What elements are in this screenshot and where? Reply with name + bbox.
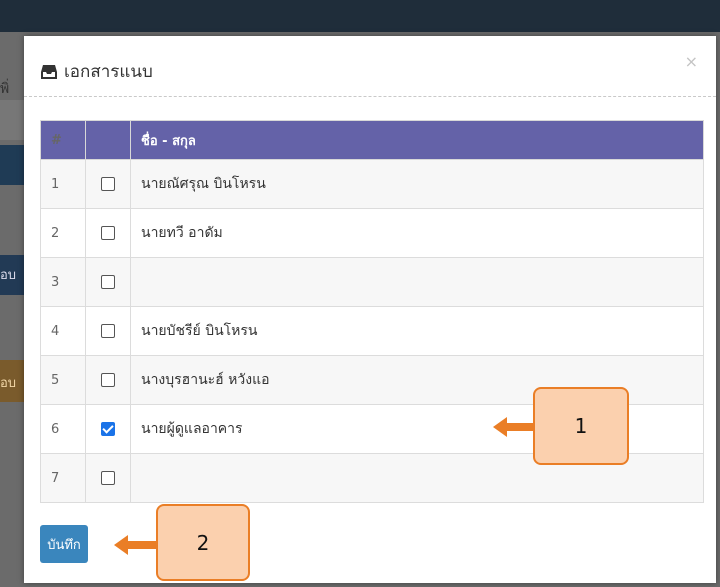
column-header-name: ชื่อ - สกุล <box>130 120 704 160</box>
annotation-arrow-left-icon <box>114 535 158 555</box>
row-checkbox-cell <box>85 306 131 356</box>
table-row: 3 <box>40 257 704 307</box>
table-row: 1 นายณัศรุณ บินโหรน <box>40 159 704 209</box>
row-name: นายณัศรุณ บินโหรน <box>130 159 704 209</box>
row-checkbox-checked[interactable] <box>101 422 115 436</box>
table-header-row: # ชื่อ - สกุล <box>40 120 704 160</box>
row-checkbox-cell <box>85 453 131 503</box>
row-name: นายบัชรีย์ บินโหรน <box>130 306 704 356</box>
column-header-select <box>85 120 131 160</box>
save-button[interactable]: บันทึก <box>40 525 88 563</box>
row-number: 1 <box>40 159 86 209</box>
row-number: 4 <box>40 306 86 356</box>
annotation-callout-2: 2 <box>156 504 250 581</box>
row-number: 3 <box>40 257 86 307</box>
background-navbar <box>0 0 720 32</box>
row-checkbox[interactable] <box>101 226 115 240</box>
row-checkbox-cell <box>85 159 131 209</box>
background-panel <box>0 145 24 185</box>
annotation-callout-1: 1 <box>533 387 629 465</box>
background-text-fragment: อบ <box>0 376 17 391</box>
table-row: 4 นายบัชรีย์ บินโหรน <box>40 306 704 356</box>
row-number: 6 <box>40 404 86 454</box>
row-name <box>130 257 704 307</box>
row-checkbox[interactable] <box>101 373 115 387</box>
row-checkbox[interactable] <box>101 275 115 289</box>
modal-title-group: เอกสารแนบ <box>40 58 153 85</box>
modal-title: เอกสารแนบ <box>64 62 153 82</box>
row-name: นายทวี อาดัม <box>130 208 704 258</box>
row-checkbox[interactable] <box>101 471 115 485</box>
row-checkbox-cell <box>85 257 131 307</box>
row-checkbox-cell <box>85 355 131 405</box>
row-number: 2 <box>40 208 86 258</box>
row-checkbox[interactable] <box>101 177 115 191</box>
row-number: 7 <box>40 453 86 503</box>
background-panel <box>0 100 24 140</box>
attachment-modal: เอกสารแนบ × # ชื่อ - สกุล 1 นายณัศรุณ บิ… <box>24 36 716 583</box>
annotation-arrow-left-icon <box>493 417 535 437</box>
row-number: 5 <box>40 355 86 405</box>
row-checkbox-cell <box>85 208 131 258</box>
background-text-fragment: อบ <box>0 268 17 283</box>
row-checkbox-cell <box>85 404 131 454</box>
table-row: 2 นายทวี อาดัม <box>40 208 704 258</box>
modal-header: เอกสารแนบ × <box>24 36 716 97</box>
close-button[interactable]: × <box>685 52 698 71</box>
inbox-icon <box>41 64 57 79</box>
column-header-number: # <box>40 120 86 160</box>
row-checkbox[interactable] <box>101 324 115 338</box>
background-text-fragment: พิ่ <box>0 81 10 97</box>
